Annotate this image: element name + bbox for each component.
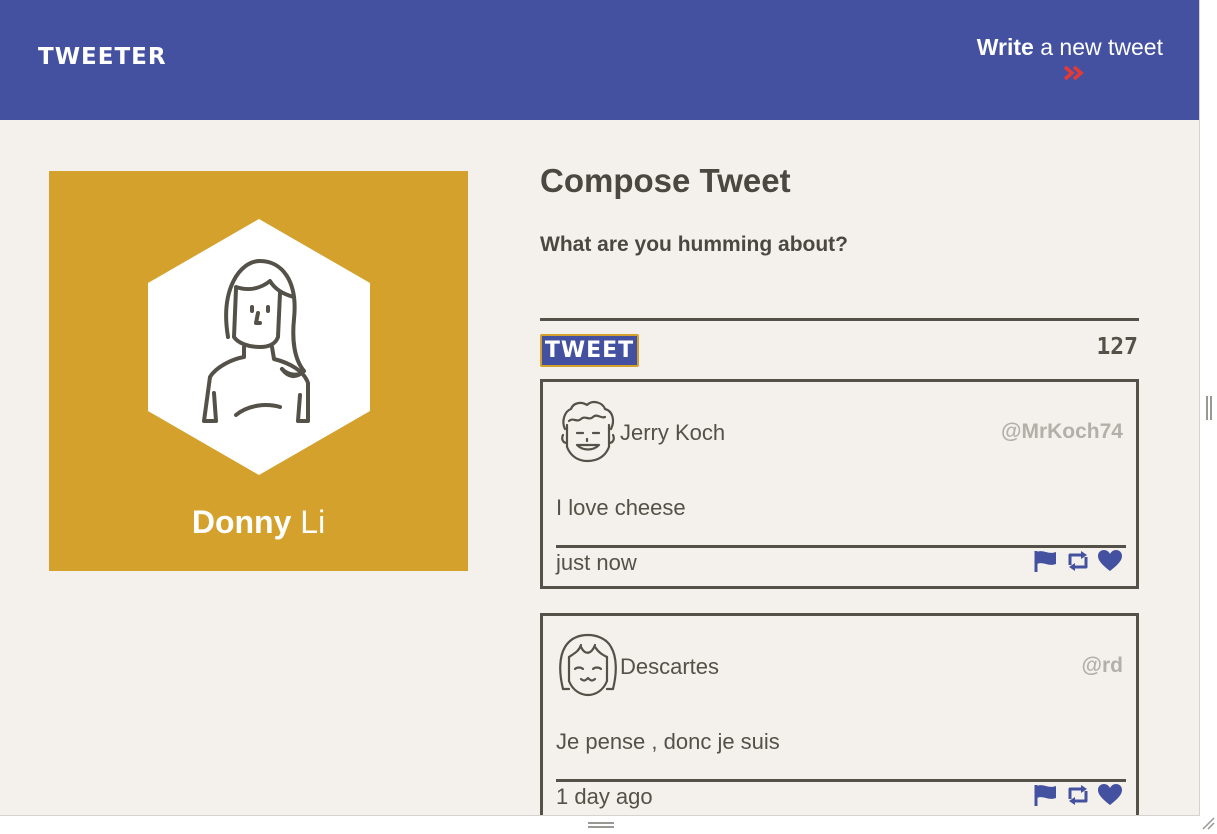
horizontal-resize-handle[interactable] [588,822,614,828]
tweet-timestamp: 1 day ago [556,784,653,809]
bob-hair-avatar-icon [559,633,617,697]
write-new-tweet-button[interactable]: Write a new tweet [977,34,1163,61]
tweet-author-name[interactable]: Descartes [620,654,719,680]
profile-card: Donny Li [49,171,468,571]
tweet-actions [1033,783,1123,807]
app-window: TWEETER Write a new tweet Donny Li Compo… [0,0,1200,816]
woman-avatar-icon [148,219,370,475]
profile-name: Donny Li [49,504,468,541]
heart-icon[interactable] [1097,783,1123,807]
tweet-card: Descartes @rd Je pense , donc je suis 1 … [540,613,1139,815]
tweet-author-name[interactable]: Jerry Koch [620,420,725,446]
flag-icon[interactable] [1033,549,1059,573]
top-navbar: TWEETER Write a new tweet [0,0,1199,120]
heart-icon[interactable] [1097,549,1123,573]
brand-logo[interactable]: TWEETER [38,44,167,70]
corner-resize-grip[interactable] [1201,816,1215,830]
retweet-icon[interactable] [1065,549,1091,573]
tweet-timestamp: just now [556,550,637,575]
tweet-content: Je pense , donc je suis [556,729,780,754]
tweet-actions [1033,549,1123,573]
profile-last-name: Li [300,504,326,540]
tweet-submit-button[interactable]: TWEET [540,334,639,367]
tweet-card: Jerry Koch @MrKoch74 I love cheese just … [540,379,1139,589]
tweet-divider [556,779,1126,782]
tweet-author-handle[interactable]: @rd [1082,654,1123,678]
compose-textarea[interactable]: What are you humming about? [540,233,848,257]
compose-divider [540,318,1139,321]
character-counter: 127 [1096,334,1138,360]
write-label-bold: Write [976,34,1034,60]
tweet-content: I love cheese [556,495,686,520]
double-chevron-down-icon[interactable] [1062,64,1086,82]
curly-hair-man-avatar-icon [561,400,615,463]
flag-icon[interactable] [1033,783,1059,807]
tweet-author-handle[interactable]: @MrKoch74 [1001,420,1123,444]
compose-title: Compose Tweet [540,162,791,199]
vertical-resize-handle[interactable] [1206,396,1212,420]
profile-first-name: Donny [191,504,292,540]
tweet-divider [556,545,1126,548]
retweet-icon[interactable] [1065,783,1091,807]
write-label-rest: a new tweet [1033,34,1163,60]
